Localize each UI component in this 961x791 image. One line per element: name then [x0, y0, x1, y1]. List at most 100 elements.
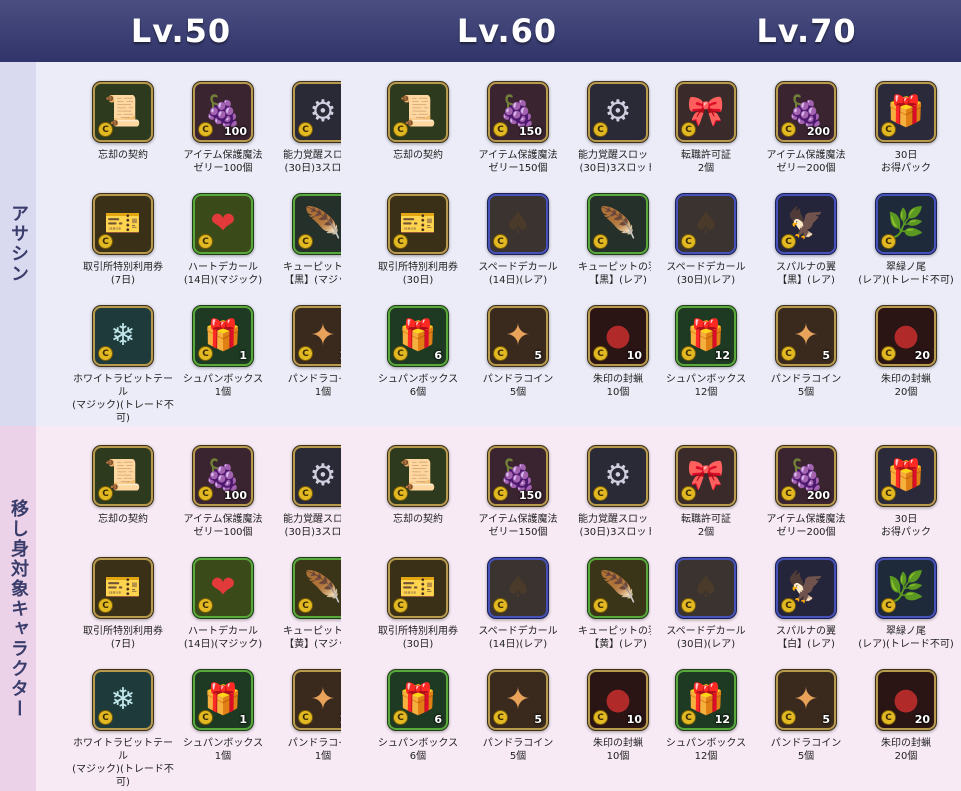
pandora-coin-icon: ✦ C 5 [490, 672, 546, 728]
shupan-box-icon: 🎁 C 12 [678, 308, 734, 364]
spade-decal-icon: ♠ C [678, 196, 734, 252]
coin-badge-icon: C [98, 234, 113, 249]
item-name: ハートデカール (14日)(マジック) [183, 262, 263, 286]
item-name: アイテム保護魔法 ゼリー150個 [478, 514, 558, 538]
reward-item[interactable]: ❄ C ホワイトラビットテール (マジック)(トレード不可) [70, 308, 176, 425]
reward-item[interactable]: ● C 20 朱印の封蝋 20個 [853, 672, 959, 763]
item-quantity: 12 [714, 713, 730, 726]
reward-item[interactable]: 🎀 C 転職許可証 2個 [653, 84, 759, 175]
item-name: アイテム保護魔法 ゼリー150個 [478, 150, 558, 174]
section-label-assassin: アサシン [0, 62, 36, 426]
jelly-bowl-icon: 🍇 C 100 [195, 84, 251, 140]
level-column-70: 🎀 C 転職許可証 2個 🍇 C 200 アイテム保護魔法 ゼリー200個 🎁 C 30日 お得パ… [651, 62, 961, 426]
coin-badge-icon: C [781, 346, 796, 361]
coin-badge-icon: C [298, 234, 313, 249]
reward-item[interactable]: 📜 C 忘却の契約 [365, 448, 471, 526]
reward-item[interactable]: 🎀 C 転職許可証 2個 [653, 448, 759, 539]
reward-item[interactable]: 🍇 C 200 アイテム保護魔法 ゼリー200個 [753, 448, 859, 539]
item-quantity: 200 [807, 489, 830, 502]
reward-item[interactable]: 🎫 C 取引所特別利用券 (7日) [70, 196, 176, 287]
item-name: スパルナの翼 【黒】(レア) [776, 262, 836, 286]
reward-item[interactable]: 🎫 C 取引所特別利用券 (30日) [365, 560, 471, 651]
item-name: 転職許可証 2個 [681, 150, 731, 174]
black-wing-icon: 🪶 C [590, 196, 646, 252]
reward-item[interactable]: 🎁 C 1 シュパンボックス 1個 [170, 672, 276, 763]
reward-item[interactable]: ● C 20 朱印の封蝋 20個 [853, 308, 959, 399]
reward-item[interactable]: ✦ C 5 パンドラコイン 5個 [465, 672, 571, 763]
reward-item[interactable]: 🍇 C 100 アイテム保護魔法 ゼリー100個 [170, 84, 276, 175]
coin-badge-icon: C [198, 346, 213, 361]
coin-badge-icon: C [881, 122, 896, 137]
coin-badge-icon: C [393, 346, 408, 361]
item-name: ハートデカール (14日)(マジック) [183, 626, 263, 650]
reward-item[interactable]: 🎁 C 6 シュパンボックス 6個 [365, 308, 471, 399]
coin-badge-icon: C [298, 122, 313, 137]
awaken-slot-icon: ⚙ C [590, 448, 646, 504]
reward-item[interactable]: 🎁 C 30日 お得パック [853, 448, 959, 539]
coin-badge-icon: C [298, 598, 313, 613]
coin-badge-icon: C [493, 710, 508, 725]
item-name: シュパンボックス 1個 [182, 374, 264, 398]
coin-badge-icon: C [393, 710, 408, 725]
reward-item[interactable]: 🎁 C 12 シュパンボックス 12個 [653, 672, 759, 763]
suparna-wing-icon: 🦅 C [778, 196, 834, 252]
gift-box-icon: 🎁 C [878, 448, 934, 504]
coin-badge-icon: C [198, 122, 213, 137]
wax-seal-icon: ● C 20 [878, 308, 934, 364]
level-label: Lv.50 [130, 12, 232, 50]
coin-badge-icon: C [681, 346, 696, 361]
reward-item[interactable]: 📜 C 忘却の契約 [365, 84, 471, 162]
item-name: 朱印の封蝋 20個 [881, 738, 931, 762]
item-quantity: 100 [224, 489, 247, 502]
item-name: ホワイトラビットテール (マジック)(トレード不可) [72, 738, 174, 788]
reward-item[interactable]: 🌿 C 翠緑ノ尾 (レア)(トレード不可) [853, 196, 959, 287]
reward-item[interactable]: ♠ C スペードデカール (14日)(レア) [465, 560, 571, 651]
reward-item[interactable]: 🍇 C 150 アイテム保護魔法 ゼリー150個 [465, 448, 571, 539]
jelly-bowl-icon: 🍇 C 150 [490, 448, 546, 504]
reward-item[interactable]: ♠ C スペードデカール (30日)(レア) [653, 560, 759, 651]
item-name: ホワイトラビットテール (マジック)(トレード不可) [72, 374, 174, 424]
reward-item[interactable]: ✦ C 5 パンドラコイン 5個 [753, 308, 859, 399]
coin-badge-icon: C [298, 346, 313, 361]
reward-item[interactable]: 📜 C 忘却の契約 [70, 84, 176, 162]
reward-item[interactable]: 🎫 C 取引所特別利用券 (7日) [70, 560, 176, 651]
item-quantity: 10 [626, 349, 642, 362]
item-name: アイテム保護魔法 ゼリー100個 [183, 514, 263, 538]
reward-item[interactable]: 🍇 C 200 アイテム保護魔法 ゼリー200個 [753, 84, 859, 175]
item-name: 能力覚醒スロット (30日)3スロット [578, 514, 658, 538]
wax-seal-icon: ● C 10 [590, 672, 646, 728]
coin-badge-icon: C [493, 346, 508, 361]
reward-item[interactable]: ✦ C 5 パンドラコイン 5個 [465, 308, 571, 399]
reward-item[interactable]: 🎁 C 12 シュパンボックス 12個 [653, 308, 759, 399]
reward-item[interactable]: 🌿 C 翠緑ノ尾 (レア)(トレード不可) [853, 560, 959, 651]
coin-badge-icon: C [593, 598, 608, 613]
item-name: 取引所特別利用券 (7日) [83, 262, 163, 286]
item-name: パンドラコイン 5個 [482, 374, 554, 398]
item-name: キューピットの羽 【黄】(レア) [578, 626, 658, 650]
reward-item[interactable]: ❤ C ハートデカール (14日)(マジック) [170, 196, 276, 287]
reward-item[interactable]: 🎁 C 1 シュパンボックス 1個 [170, 308, 276, 399]
reward-item[interactable]: 🍇 C 150 アイテム保護魔法 ゼリー150個 [465, 84, 571, 175]
reward-item[interactable]: ♠ C スペードデカール (14日)(レア) [465, 196, 571, 287]
item-name: スペードデカール (14日)(レア) [478, 626, 558, 650]
reward-item[interactable]: 🎁 C 30日 お得パック [853, 84, 959, 175]
assassin-reward-section: アサシン 📜 C 忘却の契約 🍇 C 100 アイテム保護魔法 ゼリー100個 ⚙ C 能力覚醒ス… [0, 62, 961, 426]
reward-item[interactable]: 🦅 C スパルナの翼 【白】(レア) [753, 560, 859, 651]
reward-item[interactable]: ❤ C ハートデカール (14日)(マジック) [170, 560, 276, 651]
reward-item[interactable]: ✦ C 5 パンドラコイン 5個 [753, 672, 859, 763]
coin-badge-icon: C [593, 122, 608, 137]
pandora-coin-icon: ✦ C 5 [778, 672, 834, 728]
reward-item[interactable]: 🎫 C 取引所特別利用券 (30日) [365, 196, 471, 287]
reward-item[interactable]: 🎁 C 6 シュパンボックス 6個 [365, 672, 471, 763]
reward-item[interactable]: 🍇 C 100 アイテム保護魔法 ゼリー100個 [170, 448, 276, 539]
reward-item[interactable]: 📜 C 忘却の契約 [70, 448, 176, 526]
item-quantity: 5 [534, 349, 542, 362]
reward-item[interactable]: ❄ C ホワイトラビットテール (マジック)(トレード不可) [70, 672, 176, 789]
reward-item[interactable]: ♠ C スペードデカール (30日)(レア) [653, 196, 759, 287]
rabbit-tail-icon: ❄ C [95, 672, 151, 728]
reward-item[interactable]: 🦅 C スパルナの翼 【黒】(レア) [753, 196, 859, 287]
coin-badge-icon: C [881, 346, 896, 361]
item-quantity: 1 [239, 349, 247, 362]
contract-scroll-icon: 📜 C [390, 84, 446, 140]
item-name: 朱印の封蝋 10個 [593, 374, 643, 398]
